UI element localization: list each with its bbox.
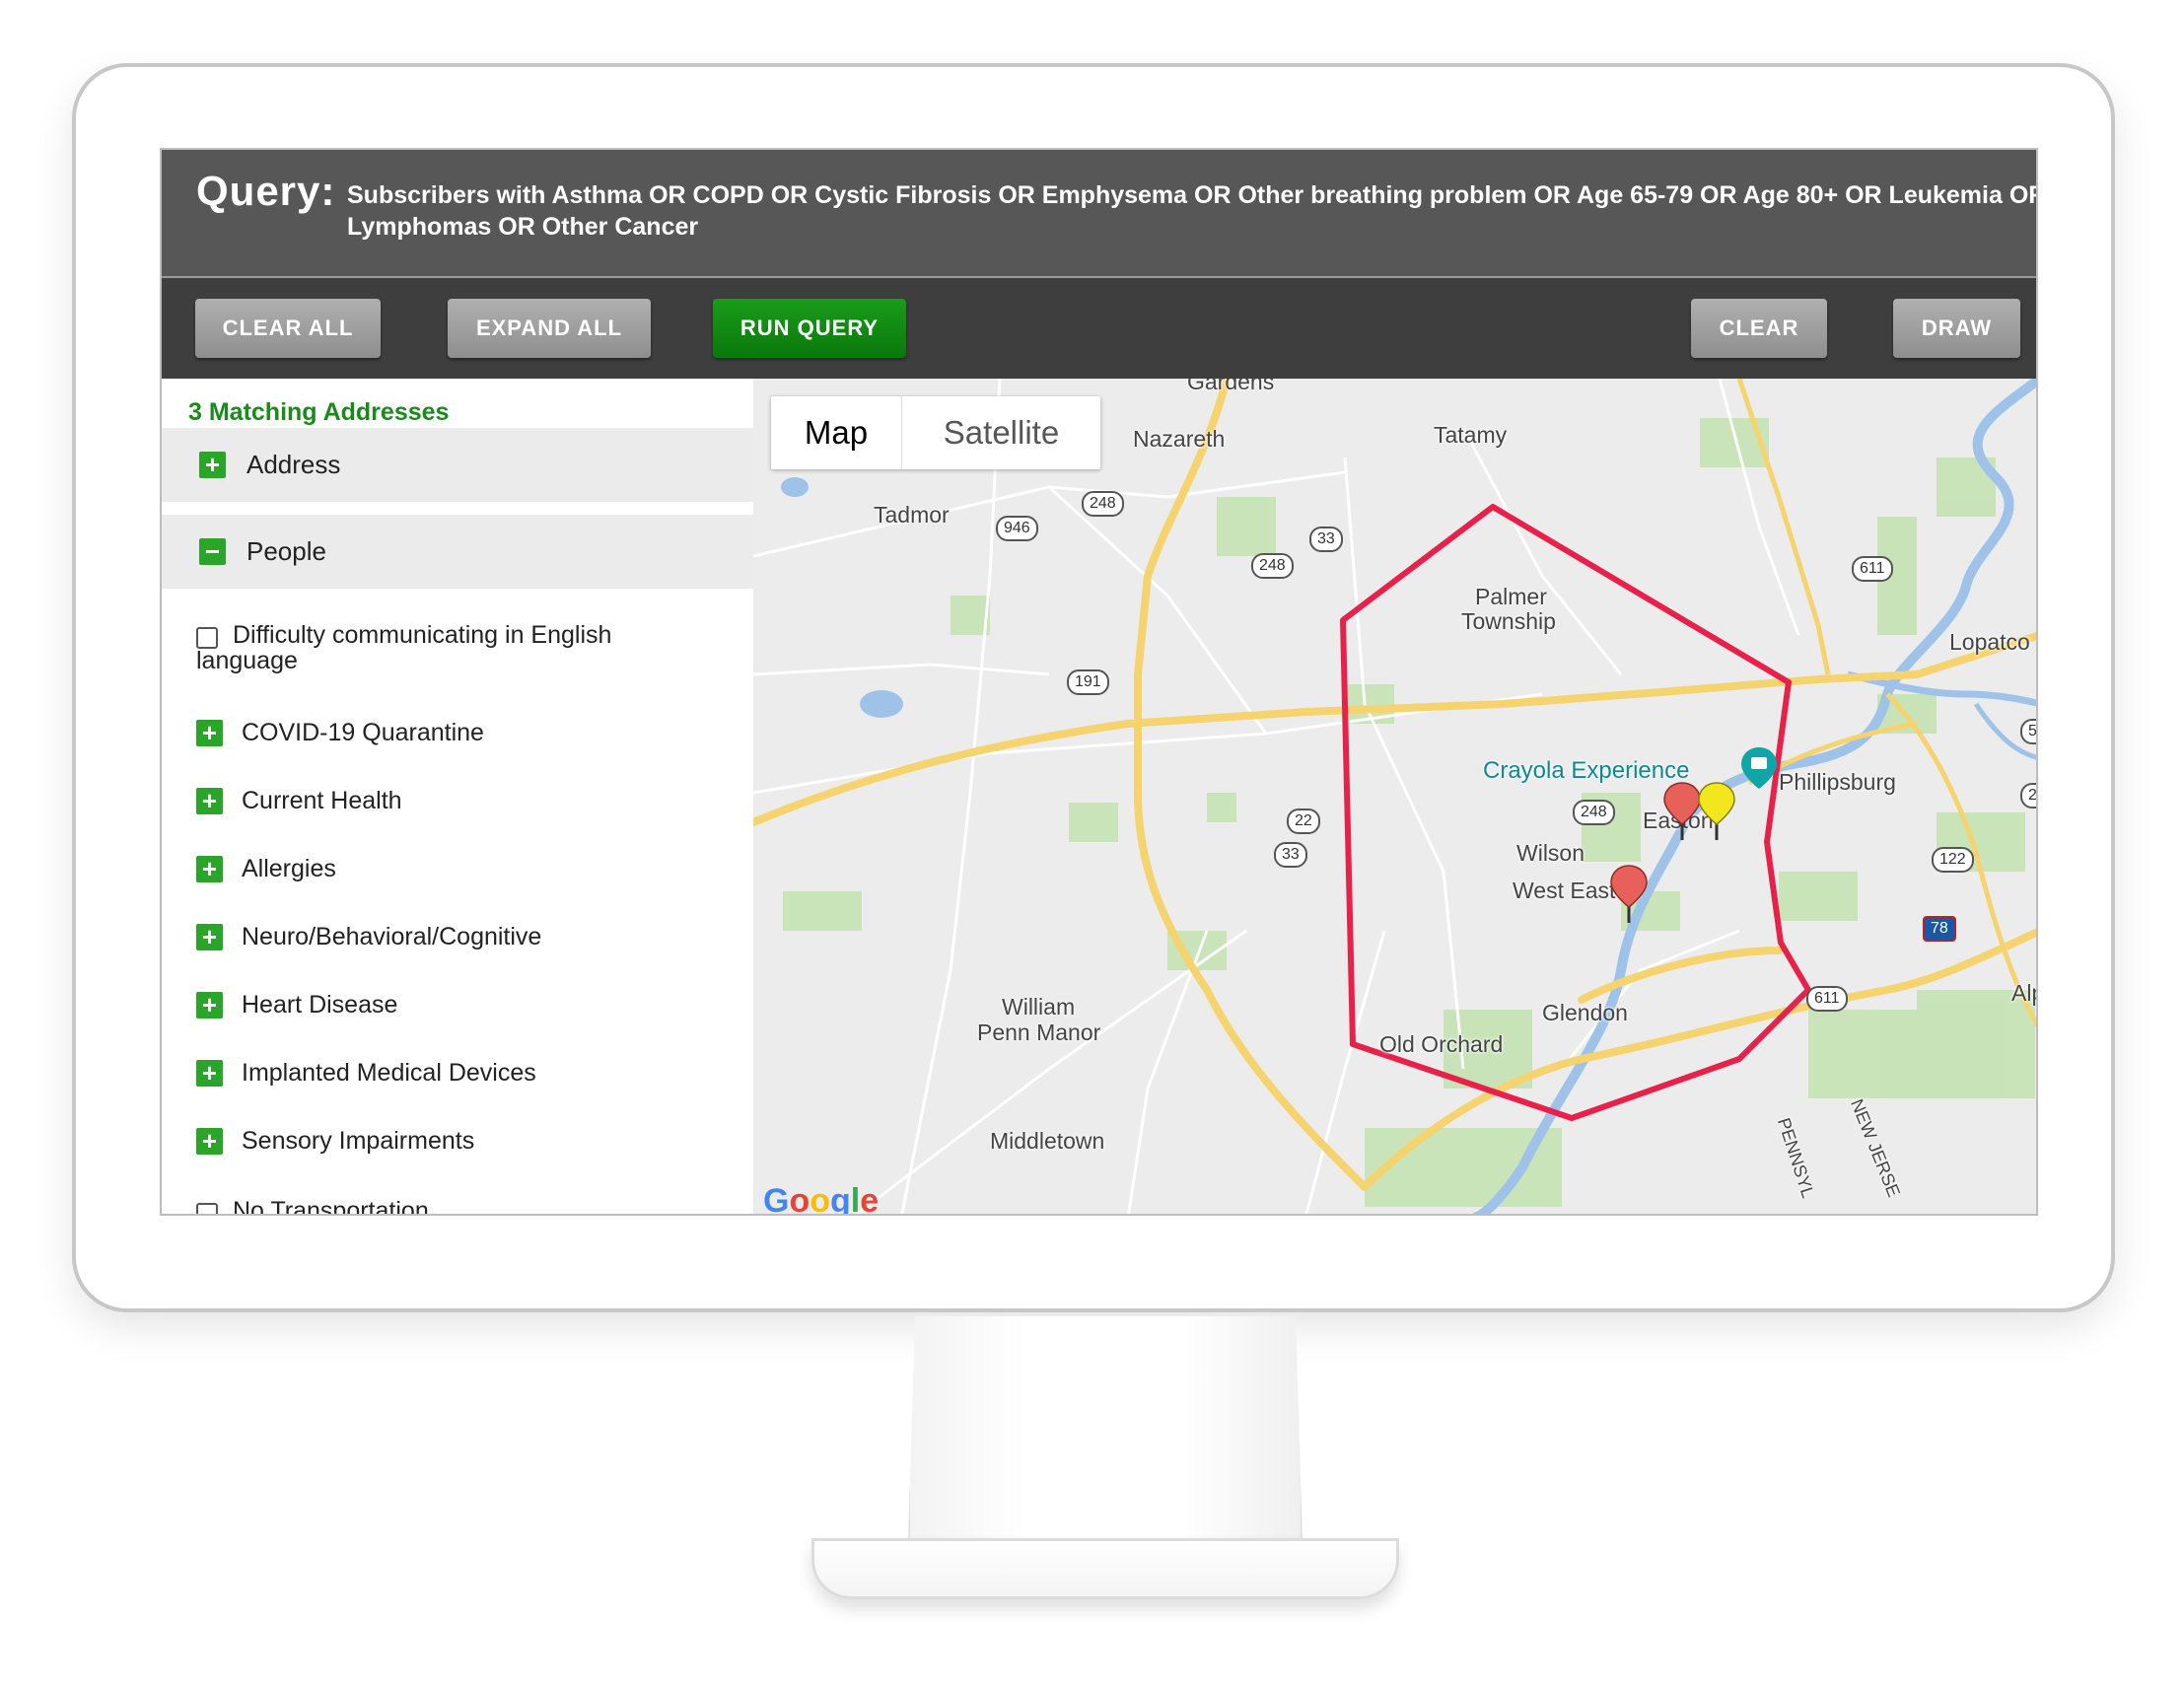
- address-marker-selected-icon[interactable]: [1697, 781, 1736, 842]
- difficulty-label-line1: Difficulty communicating in English: [233, 621, 612, 649]
- no-transport-label: No Transportation: [233, 1197, 429, 1216]
- monitor-stand-neck: [907, 1316, 1303, 1575]
- route-shield: 611: [1806, 986, 1848, 1012]
- plus-icon[interactable]: +: [196, 788, 223, 814]
- place-phillipsburg: Phillipsburg: [1779, 769, 1896, 795]
- filter-covid-label: COVID-19 Quarantine: [242, 719, 484, 746]
- place-wilson: Wilson: [1516, 840, 1585, 866]
- filter-implanted-label: Implanted Medical Devices: [242, 1059, 536, 1087]
- query-label: Query:: [196, 168, 336, 214]
- query-header: Query: Subscribers with Asthma OR COPD O…: [162, 150, 2036, 278]
- section-address-label: Address: [247, 450, 341, 479]
- route-shield: 33: [1274, 842, 1307, 868]
- place-township: Township: [1461, 608, 1556, 634]
- route-shield: 248: [1251, 553, 1294, 579]
- query-text: Subscribers with Asthma OR COPD OR Cysti…: [347, 181, 2038, 241]
- route-shield: 22: [2020, 783, 2036, 809]
- difficulty-checkbox[interactable]: [196, 627, 218, 649]
- filter-panel: 3 Matching Addresses + Address − People …: [162, 379, 753, 1216]
- route-shield: 22: [1287, 809, 1320, 834]
- place-lopatco: Lopatco: [1949, 629, 2030, 655]
- toolbar: CLEAR ALL EXPAND ALL RUN QUERY CLEAR DRA…: [162, 278, 2036, 379]
- route-shield: 191: [1067, 669, 1109, 695]
- place-gardens: Gardens: [1187, 379, 1275, 394]
- clear-button[interactable]: CLEAR: [1691, 299, 1827, 358]
- route-shield: 248: [1573, 800, 1615, 825]
- monitor-stand-foot: [811, 1538, 1399, 1599]
- place-penn-manor: Penn Manor: [977, 1020, 1101, 1045]
- clear-all-button[interactable]: CLEAR ALL: [195, 299, 381, 358]
- poi-marker-icon[interactable]: [1739, 745, 1779, 791]
- route-shield: 33: [1309, 527, 1343, 552]
- place-glendon: Glendon: [1542, 1000, 1628, 1025]
- address-marker-icon[interactable]: [1609, 864, 1649, 925]
- map-view[interactable]: Map Satellite Gardens Nazareth Tatamy Ta…: [753, 379, 2036, 1216]
- app-screen: Query: Subscribers with Asthma OR COPD O…: [160, 148, 2038, 1216]
- map-type-toggle: Map Satellite: [771, 396, 1100, 469]
- plus-icon[interactable]: +: [196, 856, 223, 882]
- route-shield: 122: [1932, 847, 1974, 873]
- difficulty-label-line2: language: [196, 647, 298, 674]
- interstate-shield: 78: [1923, 916, 1956, 942]
- place-palmer: Palmer: [1475, 584, 1547, 609]
- plus-icon[interactable]: +: [196, 924, 223, 950]
- plus-icon[interactable]: +: [196, 1060, 223, 1087]
- section-address[interactable]: + Address: [162, 428, 753, 502]
- place-nazareth: Nazareth: [1133, 426, 1226, 452]
- filter-allergies-label: Allergies: [242, 855, 336, 882]
- matching-count: 3 Matching Addresses: [188, 398, 450, 426]
- route-shield: 611: [1852, 556, 1893, 582]
- plus-icon[interactable]: +: [196, 992, 223, 1019]
- google-logo-text: Google: [763, 1182, 880, 1216]
- filter-sensory-label: Sensory Impairments: [242, 1127, 475, 1155]
- route-shield: 57: [2020, 719, 2036, 744]
- section-people-label: People: [247, 536, 326, 566]
- filter-current-health-label: Current Health: [242, 787, 402, 814]
- poi-label[interactable]: Crayola Experience: [1483, 757, 1689, 785]
- plus-icon[interactable]: +: [199, 452, 226, 478]
- filter-neuro-label: Neuro/Behavioral/Cognitive: [242, 923, 542, 950]
- no-transport-checkbox[interactable]: [196, 1203, 218, 1214]
- place-middletown: Middletown: [990, 1128, 1105, 1154]
- place-tatamy: Tatamy: [1434, 422, 1508, 448]
- route-shield: 946: [996, 516, 1038, 541]
- google-logo: Google: [763, 1182, 880, 1216]
- expand-all-button[interactable]: EXPAND ALL: [448, 299, 651, 358]
- filter-heart-label: Heart Disease: [242, 991, 398, 1019]
- minus-icon[interactable]: −: [199, 538, 226, 565]
- draw-button[interactable]: DRAW: [1893, 299, 2020, 358]
- place-tadmor: Tadmor: [874, 502, 950, 528]
- plus-icon[interactable]: +: [196, 1128, 223, 1155]
- route-shield: 248: [1082, 491, 1124, 517]
- place-old-orchard: Old Orchard: [1379, 1031, 1504, 1057]
- map-option[interactable]: Map: [771, 396, 901, 469]
- place-william: William: [1002, 994, 1076, 1020]
- plus-icon[interactable]: +: [196, 720, 223, 746]
- run-query-button[interactable]: RUN QUERY: [713, 299, 906, 358]
- satellite-option[interactable]: Satellite: [902, 396, 1100, 469]
- address-marker-icon[interactable]: [1662, 781, 1702, 842]
- section-people[interactable]: − People: [162, 515, 753, 589]
- place-alp: Alp: [2011, 980, 2036, 1006]
